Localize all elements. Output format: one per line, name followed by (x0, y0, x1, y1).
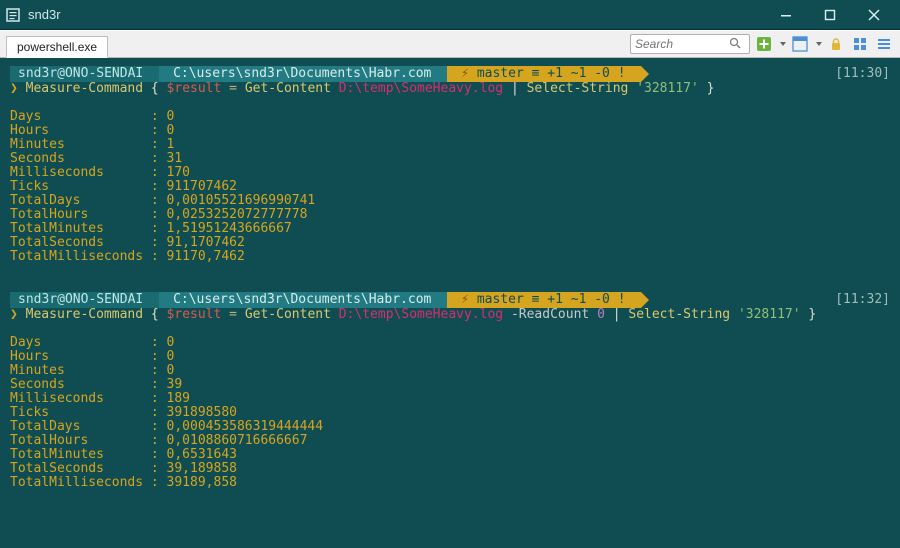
prompt-git: ⚡ master ≡ +1 ~1 -0 ! (447, 292, 641, 308)
prompt-line: snd3r@ONO-SENDAI C:\users\snd3r\Document… (10, 292, 890, 308)
app-icon (4, 6, 22, 24)
prompt-path: C:\users\snd3r\Documents\Habr.com (159, 292, 447, 308)
results-block: Days : 0 Hours : 0 Minutes : 1 Seconds :… (10, 110, 890, 264)
minimize-button[interactable] (764, 0, 808, 30)
prompt-git: ⚡ master ≡ +1 ~1 -0 ! (447, 66, 641, 82)
command-line: ❯ Measure-Command { $result = Get-Conten… (10, 308, 890, 322)
prompt-clock: [11:30] (835, 67, 890, 81)
windows-button[interactable] (790, 34, 810, 54)
prompt-user: snd3r@ONO-SENDAI (10, 66, 159, 82)
terminal-output: snd3r@ONO-SENDAI C:\users\snd3r\Document… (0, 58, 900, 548)
list-button[interactable] (874, 34, 894, 54)
close-button[interactable] (852, 0, 896, 30)
grid-button[interactable] (850, 34, 870, 54)
prompt-clock: [11:32] (835, 293, 890, 307)
prompt-user: snd3r@ONO-SENDAI (10, 292, 159, 308)
command-line: ❯ Measure-Command { $result = Get-Conten… (10, 82, 890, 96)
titlebar: snd3r (0, 0, 900, 30)
maximize-button[interactable] (808, 0, 852, 30)
search-box[interactable] (630, 34, 750, 54)
results-block: Days : 0 Hours : 0 Minutes : 0 Seconds :… (10, 336, 890, 490)
windows-dropdown[interactable] (814, 34, 822, 54)
lock-button[interactable] (826, 34, 846, 54)
search-icon (729, 37, 741, 52)
prompt-line: snd3r@ONO-SENDAI C:\users\snd3r\Document… (10, 66, 890, 82)
new-tab-dropdown[interactable] (778, 34, 786, 54)
search-input[interactable] (635, 37, 725, 51)
new-tab-button[interactable] (754, 34, 774, 54)
toolbar: powershell.exe (0, 30, 900, 58)
window-title: snd3r (28, 7, 61, 22)
prompt-path: C:\users\snd3r\Documents\Habr.com (159, 66, 447, 82)
tab-powershell[interactable]: powershell.exe (6, 36, 108, 58)
